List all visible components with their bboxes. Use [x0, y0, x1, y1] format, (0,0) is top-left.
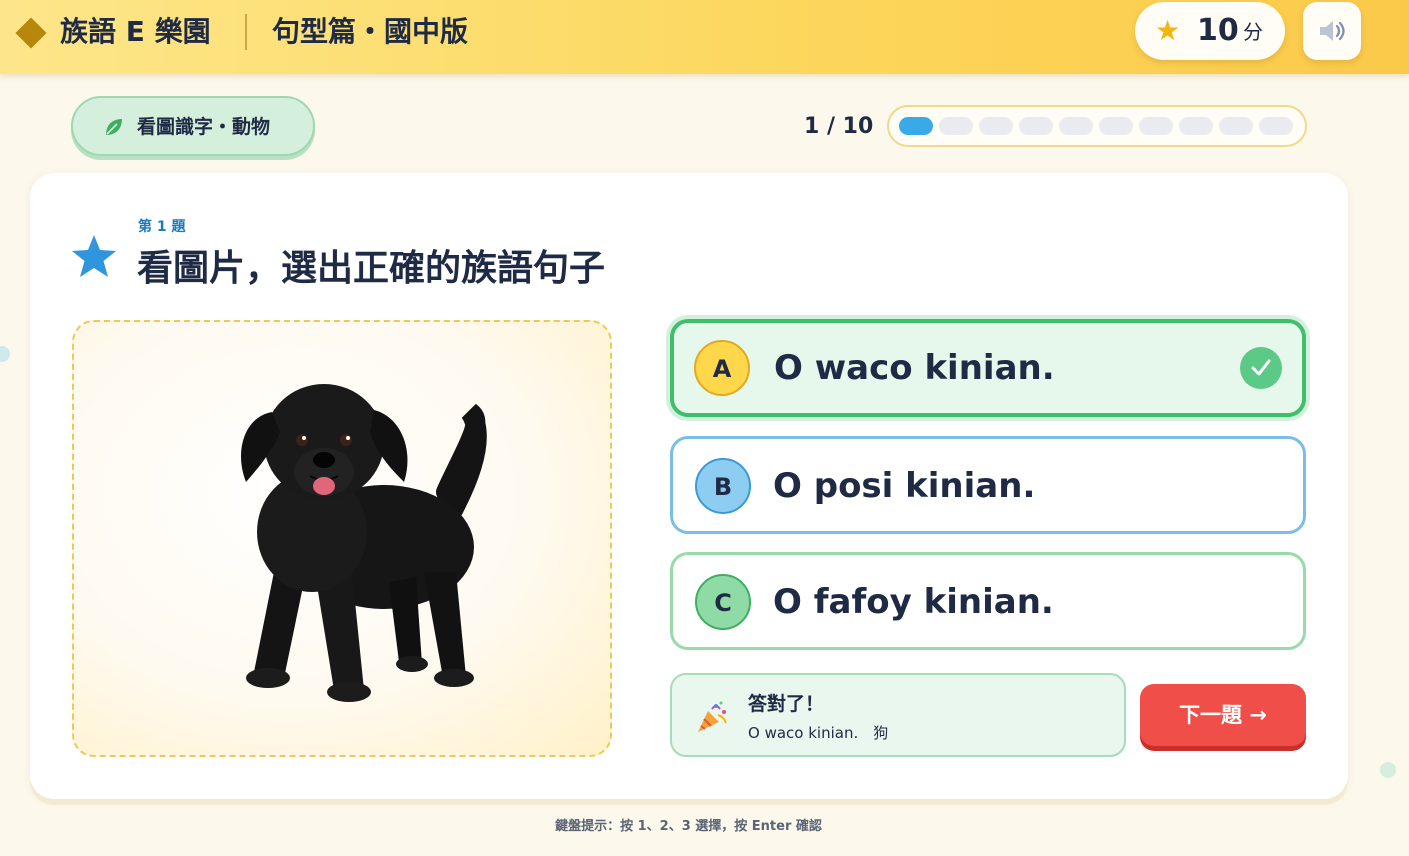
progress-step	[1219, 117, 1253, 135]
option-c-key: C	[695, 574, 751, 630]
app-subtitle: 句型篇・國中版	[272, 15, 469, 48]
question-prompt: 看圖片，選出正確的族語句子	[137, 248, 606, 289]
option-a-text: O waco kinian.	[774, 348, 1055, 388]
option-b-text: O posi kinian.	[773, 466, 1036, 506]
progress-step	[939, 117, 973, 135]
option-a[interactable]: A O waco kinian.	[670, 319, 1306, 417]
category-tag: 看圖識字・動物	[71, 96, 315, 156]
next-question-button[interactable]: 下一題 →	[1140, 684, 1306, 746]
score-display: ★ 10 分	[1135, 2, 1285, 60]
progress-step	[979, 117, 1013, 135]
decor-dot	[1380, 762, 1396, 778]
option-b-key: B	[695, 458, 751, 514]
progress-bar	[887, 105, 1307, 147]
check-icon	[1240, 347, 1282, 389]
progress-step	[1019, 117, 1053, 135]
top-header: 族語 E 樂園 句型篇・國中版 ★ 10 分	[0, 0, 1409, 74]
question-number: 第 1 題	[138, 219, 186, 235]
leaf-icon	[106, 119, 122, 135]
star-icon: ★	[1155, 14, 1181, 47]
feedback-detail: O waco kinian. 狗	[748, 724, 889, 742]
question-image-frame	[72, 320, 612, 757]
party-popper-icon	[698, 701, 727, 732]
category-label: 看圖識字・動物	[137, 116, 271, 138]
feedback-title: 答對了！	[748, 693, 825, 715]
progress-step	[1059, 117, 1093, 135]
score-value: 10	[1197, 13, 1239, 48]
score-unit: 分	[1243, 20, 1263, 44]
option-b[interactable]: B O posi kinian.	[670, 436, 1306, 534]
progress-step	[899, 117, 933, 135]
speaker-icon	[1320, 21, 1345, 41]
logo-diamond-icon	[15, 17, 47, 49]
decor-dot	[0, 346, 10, 362]
option-c-text: O fafoy kinian.	[773, 582, 1054, 622]
progress-counter: 1 / 10	[804, 114, 874, 139]
star-icon	[72, 235, 116, 277]
progress-step	[1179, 117, 1213, 135]
puppy-image	[241, 384, 487, 702]
sound-toggle-button[interactable]	[1303, 2, 1361, 60]
option-a-key: A	[694, 340, 750, 396]
feedback-panel: 答對了！ O waco kinian. 狗	[670, 673, 1126, 757]
keyboard-hint: 鍵盤提示：按 1、2、3 選擇，按 Enter 確認	[555, 819, 822, 834]
progress-step	[1139, 117, 1173, 135]
option-c[interactable]: C O fafoy kinian.	[670, 552, 1306, 650]
title-divider	[245, 14, 247, 50]
progress-step	[1099, 117, 1133, 135]
progress-step	[1259, 117, 1293, 135]
app-title: 族語 E 樂園	[60, 15, 211, 48]
